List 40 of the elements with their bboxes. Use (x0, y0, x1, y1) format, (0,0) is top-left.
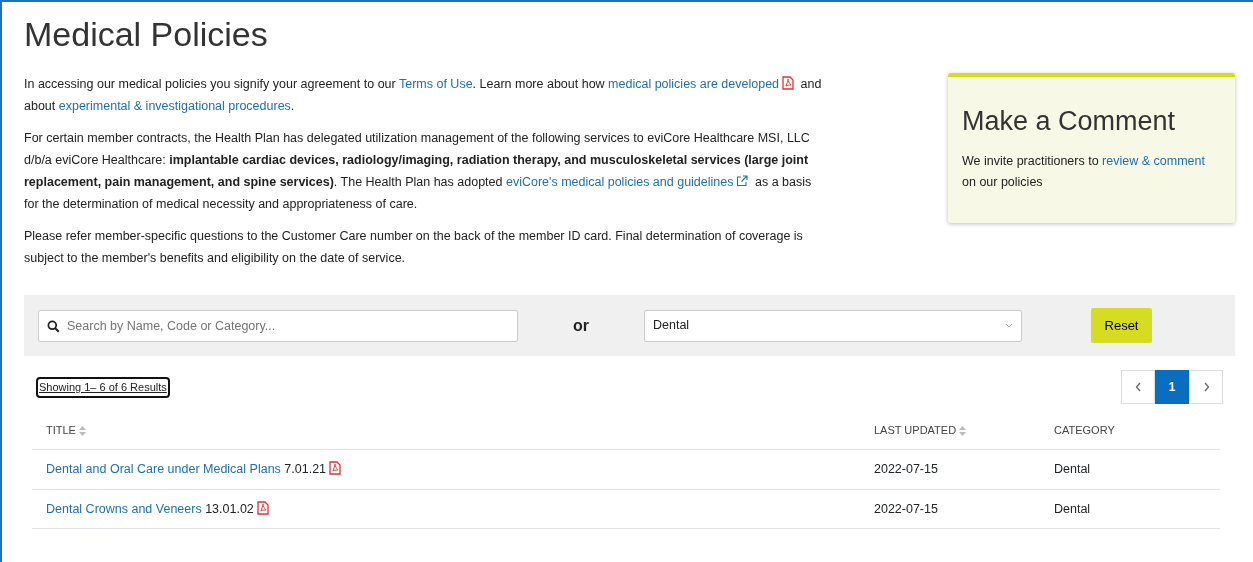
table-cell: Dental (1054, 501, 1091, 516)
column-header: CATEGORY (1054, 424, 1115, 437)
chevron-left-icon (1134, 382, 1142, 393)
table-cell: 2022-07-15 (874, 501, 938, 516)
sort-icon (79, 426, 86, 437)
intro-paragraph: Please refer member-specific questions to the Customer Care number on the back of the member ID card. Final determination of coverage is subject to the member's benefits and eligibility on the date of service. (24, 227, 804, 267)
card-text: We invite practitioners to review & comment on our policies (962, 153, 1206, 192)
column-header[interactable]: LAST UPDATED (874, 424, 957, 437)
card-title: Make a Comment (962, 104, 1177, 138)
policy-link[interactable]: Dental and Oral Care under Medical Plans (46, 461, 281, 476)
chevron-right-icon (1202, 382, 1210, 393)
text-link[interactable]: eviCore's medical policies and guidelines (505, 174, 734, 189)
table-cell: 2022-07-15 (874, 461, 938, 476)
search-field[interactable]: Search by Name, Code or Category... (38, 309, 518, 342)
intro-paragraph: For certain member contracts, the Health Plan has delegated utilization management of the following services to eviCore Healthcare MSI, LLC d/b/a eviCore Healthcare: implantable cardiac devices, radiology/imaging, radiation therapy, and musculoskeletal services (large joint replacement, pain management, and spine services). The Health Plan has adopted eviCore's medical policies and guidelines as a basis for the determination of medical necessity and appropriateness of care. (24, 129, 813, 213)
search-icon (47, 319, 60, 333)
previous-page-button[interactable] (1121, 370, 1155, 405)
next-page-button[interactable] (1189, 370, 1223, 405)
page-button[interactable]: 1 (1155, 370, 1189, 405)
external-link-icon (736, 173, 749, 188)
pdf-icon (782, 75, 795, 90)
pdf-icon (256, 500, 269, 515)
sort-icon (959, 426, 967, 437)
caret-icon (1005, 322, 1013, 329)
text-link[interactable]: medical policies are developed (608, 76, 780, 91)
page-title: Medical Policies (24, 14, 269, 55)
policy-link[interactable]: Dental Crowns and Veneers (46, 501, 202, 516)
policy-code: 7.01.21 (284, 461, 327, 476)
category-select[interactable]: Dental (644, 309, 1022, 342)
reset-button[interactable]: Reset (1090, 307, 1153, 344)
table-cell: Dental (1054, 461, 1091, 476)
separator-text: or (573, 316, 589, 334)
text-link[interactable]: review & comment (1102, 154, 1205, 169)
pdf-icon (329, 460, 342, 475)
text-link[interactable]: Terms of Use (398, 76, 473, 91)
results-summary: Showing 1– 6 of 6 Results (36, 377, 170, 398)
intro-paragraph: In accessing our medical policies you signify your agreement to our Terms of Use. Learn more about how medical policies are developed and about experimental & investigational procedures. (24, 74, 823, 115)
column-header[interactable]: TITLE (46, 424, 76, 437)
policy-code: 13.01.02 (205, 501, 254, 516)
text-link[interactable]: experimental & investigational procedures (58, 98, 291, 113)
